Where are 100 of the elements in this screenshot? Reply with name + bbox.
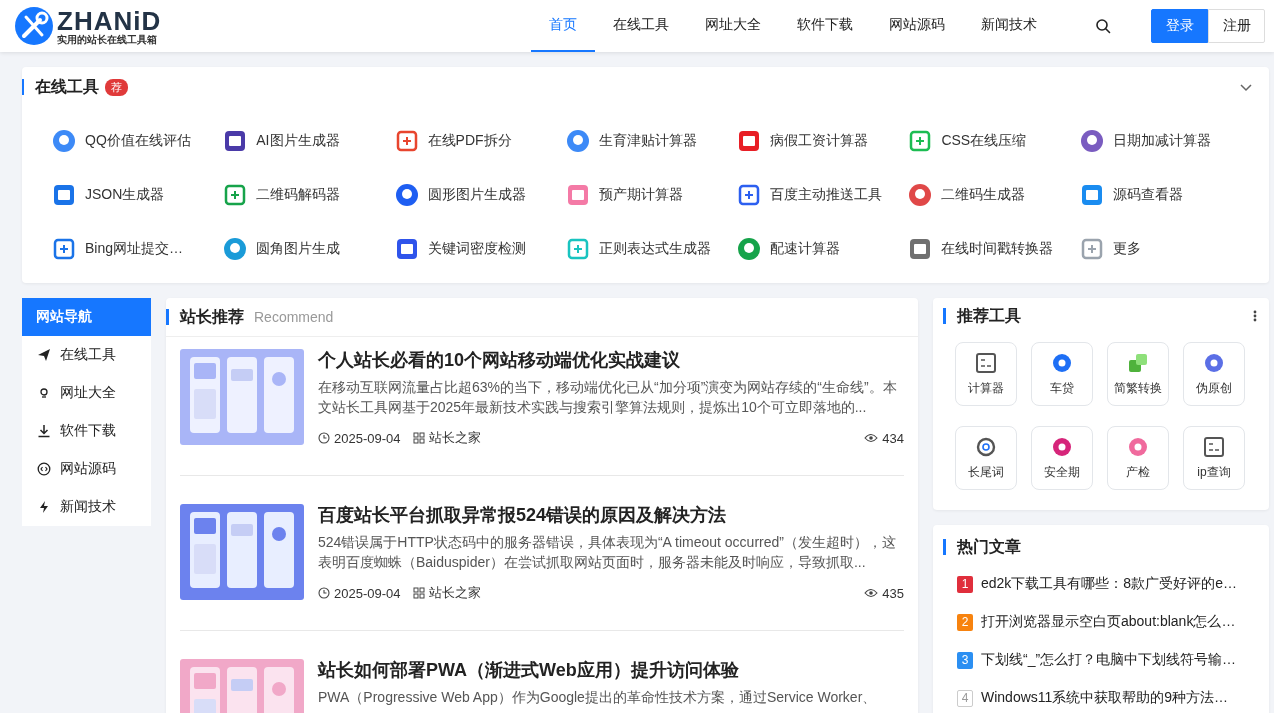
tool-link[interactable]: 圆角图片生成: [223, 222, 395, 276]
tool-tile[interactable]: 安全期: [1031, 426, 1093, 490]
tool-icon: [52, 129, 76, 153]
tool-link[interactable]: 日期加减计算器: [1079, 114, 1251, 168]
tool-icon: [223, 237, 248, 261]
section-subtitle: Recommend: [254, 309, 334, 325]
article-excerpt: 524错误属于HTTP状态码中的服务器错误，具体表现为“A timeout occurred”（发生超时），这表明百度蜘蛛（Baiduspider）在尝试抓取网站页面时，服务器未能及时响应，导致抓取...: [318, 533, 897, 572]
tool-icon: [908, 129, 933, 153]
rank-number: 2: [957, 613, 973, 631]
recommend-badge: 荐: [105, 78, 128, 96]
tool-link[interactable]: 百度主动推送工具: [737, 168, 909, 222]
grid-icon: [412, 432, 425, 444]
tool-icon: [394, 237, 419, 261]
tool-link[interactable]: QQ价值在线评估: [52, 114, 224, 168]
article-date: 2025-09-04: [334, 430, 401, 446]
side-nav-item[interactable]: 新闻技术: [22, 488, 151, 526]
tool-tile[interactable]: 简繁转换: [1107, 342, 1169, 406]
tool-icon: [737, 237, 762, 261]
nav-link[interactable]: 网址大全: [687, 0, 779, 52]
clock-icon: [318, 587, 330, 599]
login-button[interactable]: 登录: [1151, 9, 1208, 43]
tool-link[interactable]: 二维码解码器: [223, 168, 395, 222]
tool-link[interactable]: 关键词密度检测: [394, 222, 566, 276]
tool-link[interactable]: 正则表达式生成器: [565, 222, 738, 276]
tool-tile[interactable]: ip查询: [1183, 426, 1245, 490]
hot-article-link[interactable]: 1 ed2k下载工具有哪些：8款广受好评的e…: [943, 565, 1259, 603]
article-title[interactable]: 站长如何部署PWA（渐进式Web应用）提升访问体验: [318, 659, 904, 681]
eye-icon: [864, 433, 879, 443]
tool-link[interactable]: 在线PDF拆分: [394, 114, 566, 168]
section-title: 站长推荐: [166, 309, 244, 325]
section-title: 推荐工具: [943, 308, 1021, 324]
tool-icon: [1127, 351, 1149, 374]
tool-tile[interactable]: 伪原创: [1183, 342, 1245, 406]
tool-icon: [565, 237, 590, 261]
side-nav-item[interactable]: 网站源码: [22, 450, 151, 488]
hot-article-link[interactable]: 4 Windows11系统中获取帮助的9种方法…: [943, 679, 1259, 713]
article-title[interactable]: 个人站长必看的10个网站移动端优化实战建议: [318, 349, 904, 371]
hot-article-link[interactable]: 3 下划线“_”怎么打？电脑中下划线符号输…: [943, 641, 1259, 679]
tool-tile[interactable]: 长尾词: [955, 426, 1017, 490]
logo-wordmark[interactable]: ZHANiD: [57, 7, 162, 34]
tool-link[interactable]: JSON生成器: [52, 168, 224, 222]
tool-link[interactable]: 源码查看器: [1079, 168, 1251, 222]
tool-icon: [1079, 129, 1104, 153]
article-date: 2025-09-04: [334, 585, 401, 601]
tool-link[interactable]: 病假工资计算器: [737, 114, 909, 168]
article-source[interactable]: 站长之家: [428, 584, 481, 602]
tool-icon: [737, 129, 762, 153]
tool-icon: [52, 183, 76, 207]
logo-tagline: 实用的站长在线工具箱: [57, 34, 158, 45]
rank-number: 3: [957, 651, 973, 669]
register-button[interactable]: 注册: [1208, 9, 1265, 43]
tool-icon: [1079, 237, 1104, 261]
tool-link[interactable]: 预产期计算器: [565, 168, 738, 222]
tool-link[interactable]: 在线时间戳转换器: [908, 222, 1080, 276]
eye-icon: [864, 588, 879, 598]
section-title: 在线工具: [22, 79, 99, 95]
nav-link[interactable]: 新闻技术: [963, 0, 1055, 52]
nav-item-icon: [37, 386, 51, 400]
nav-item-icon: [37, 462, 51, 476]
hot-article-link[interactable]: 2 打开浏览器显示空白页about:blank怎么…: [943, 603, 1259, 641]
section-title: 热门文章: [943, 539, 1021, 555]
article-source[interactable]: 站长之家: [428, 429, 481, 447]
nav-link[interactable]: 在线工具: [595, 0, 687, 52]
tool-link[interactable]: 生育津贴计算器: [565, 114, 738, 168]
tool-link[interactable]: 更多: [1079, 222, 1251, 276]
wrench-screwdriver-icon: [14, 6, 54, 46]
tool-icon: [565, 183, 590, 207]
tool-icon: [1051, 351, 1073, 374]
article-title[interactable]: 百度站长平台抓取异常报524错误的原因及解决方法: [318, 504, 904, 526]
tool-icon: [1203, 435, 1225, 458]
tool-icon: [737, 183, 762, 207]
tool-icon: [1079, 183, 1104, 207]
tool-link[interactable]: Bing网址提交…: [52, 222, 224, 276]
rank-number: 1: [957, 575, 973, 593]
tool-tile[interactable]: 计算器: [955, 342, 1017, 406]
tool-tile[interactable]: 产检: [1107, 426, 1169, 490]
tool-link[interactable]: 圆形图片生成器: [394, 168, 566, 222]
tool-link[interactable]: 配速计算器: [737, 222, 909, 276]
tool-tile[interactable]: 车贷: [1031, 342, 1093, 406]
tool-icon: [394, 183, 419, 207]
tool-link[interactable]: AI图片生成器: [223, 114, 395, 168]
tool-icon: [975, 435, 997, 458]
more-options-icon[interactable]: [1253, 310, 1257, 322]
tool-icon: [975, 351, 997, 374]
article-excerpt: PWA（Progressive Web App）作为Google提出的革命性技术方案，通过Service Worker、: [318, 688, 878, 707]
search-icon[interactable]: [1095, 18, 1111, 34]
nav-link[interactable]: 首页: [531, 0, 595, 52]
tool-icon: [52, 237, 76, 261]
grid-icon: [412, 587, 425, 599]
nav-link[interactable]: 软件下载: [779, 0, 871, 52]
nav-item-icon: [37, 348, 51, 362]
tool-link[interactable]: 二维码生成器: [908, 168, 1080, 222]
rank-number: 4: [957, 689, 973, 707]
tool-icon: [908, 237, 933, 261]
side-nav-item[interactable]: 软件下载: [22, 412, 151, 450]
side-nav-item[interactable]: 网址大全: [22, 374, 151, 412]
side-nav-item[interactable]: 在线工具: [22, 336, 151, 374]
tool-icon: [223, 129, 248, 153]
tool-link[interactable]: CSS在线压缩: [908, 114, 1080, 168]
nav-link[interactable]: 网站源码: [871, 0, 963, 52]
